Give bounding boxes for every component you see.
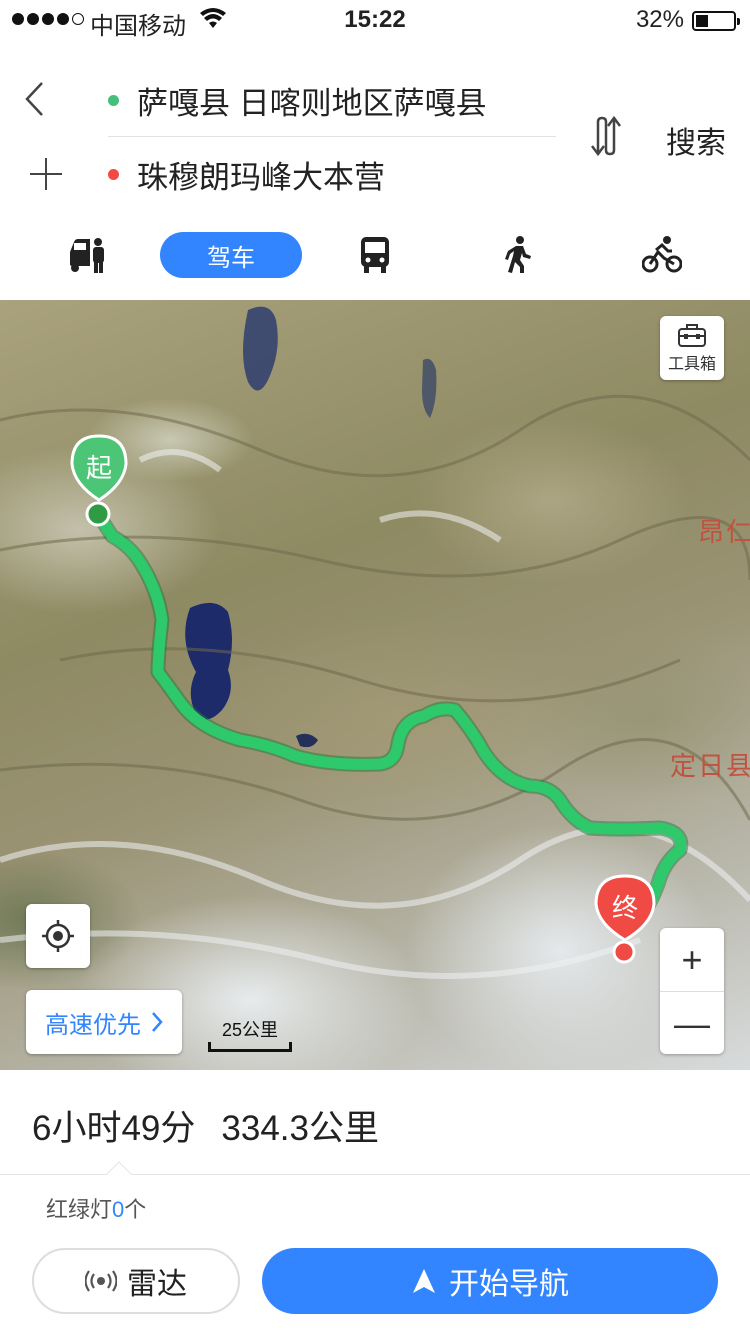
bus-icon xyxy=(361,237,389,273)
swap-icon[interactable] xyxy=(586,114,626,158)
chevron-left-icon xyxy=(25,82,43,116)
zoom-in-button[interactable]: + xyxy=(660,928,724,991)
radar-button[interactable]: 雷达 xyxy=(32,1248,240,1314)
traffic-lights-info: 红绿灯0个 xyxy=(46,1192,146,1224)
zoom-out-button[interactable]: — xyxy=(660,992,724,1055)
route-preference-label: 高速优先 xyxy=(45,1011,141,1039)
origin-text: 萨嘎县 日喀则地区萨嘎县 xyxy=(137,85,487,121)
route-header: 萨嘎县 日喀则地区萨嘎县 珠穆朗玛峰大本营 搜索 xyxy=(0,40,750,210)
route-distance: 334.3公里 xyxy=(221,1109,379,1148)
start-navigation-label: 开始导航 xyxy=(449,1268,569,1301)
map-view[interactable]: 起 终 昂仁 定日县 工具箱 高速优先 25公里 + — xyxy=(0,300,750,1070)
zoom-controls: + — xyxy=(660,928,724,1054)
place-label-dingri: 定日县 xyxy=(669,751,750,781)
tab-walking[interactable] xyxy=(488,232,548,278)
status-bar: 中国移动 15:22 32% xyxy=(0,0,750,40)
origin-field[interactable]: 萨嘎县 日喀则地区萨嘎县 xyxy=(108,70,487,130)
cycling-icon xyxy=(642,236,682,273)
divider xyxy=(108,136,556,137)
panel-notch xyxy=(106,1161,132,1187)
toolbox-icon xyxy=(678,324,706,347)
chevron-right-icon xyxy=(152,1012,163,1032)
route-summary: 6小时49分 334.3公里 xyxy=(32,1100,379,1151)
tab-bus[interactable] xyxy=(345,232,405,278)
transport-mode-tabs: 驾车 xyxy=(0,226,750,286)
radar-icon xyxy=(85,1270,117,1292)
tab-cycling[interactable] xyxy=(632,232,692,278)
navigation-arrow-icon xyxy=(413,1269,435,1293)
traffic-lights-unit: 个 xyxy=(124,1197,147,1222)
locate-button[interactable] xyxy=(26,904,90,968)
traffic-lights-count: 0 xyxy=(112,1197,125,1222)
back-button[interactable] xyxy=(22,80,66,124)
battery-percent: 32% xyxy=(635,6,684,33)
toolbox-label: 工具箱 xyxy=(667,356,716,373)
map-terrain xyxy=(0,306,750,979)
place-label-angren: 昂仁 xyxy=(697,517,750,547)
end-marker-label: 终 xyxy=(611,893,638,923)
search-button[interactable]: 搜索 xyxy=(666,118,726,162)
start-marker-label: 起 xyxy=(85,453,112,483)
battery-icon xyxy=(692,11,740,31)
walking-icon xyxy=(505,236,531,273)
start-navigation-button[interactable]: 开始导航 xyxy=(262,1248,718,1314)
radar-label: 雷达 xyxy=(127,1268,187,1301)
map-scale: 25公里 xyxy=(208,1016,292,1052)
tab-taxi[interactable] xyxy=(58,232,118,278)
route-duration: 6小时49分 xyxy=(32,1109,196,1148)
locate-icon xyxy=(42,920,74,952)
tab-driving[interactable]: 驾车 xyxy=(160,232,302,278)
destination-field[interactable]: 珠穆朗玛峰大本营 xyxy=(108,144,385,204)
origin-dot xyxy=(108,94,119,106)
scale-label: 25公里 xyxy=(221,1020,279,1040)
scale-bar xyxy=(208,1042,292,1052)
add-waypoint-button[interactable] xyxy=(26,154,66,194)
destination-dot xyxy=(108,168,119,180)
taxi-icon xyxy=(70,238,104,273)
destination-text: 珠穆朗玛峰大本营 xyxy=(137,159,385,195)
route-preference-button[interactable]: 高速优先 xyxy=(26,990,182,1054)
toolbox-button[interactable]: 工具箱 xyxy=(660,316,724,380)
traffic-lights-label: 红绿灯 xyxy=(46,1197,113,1222)
